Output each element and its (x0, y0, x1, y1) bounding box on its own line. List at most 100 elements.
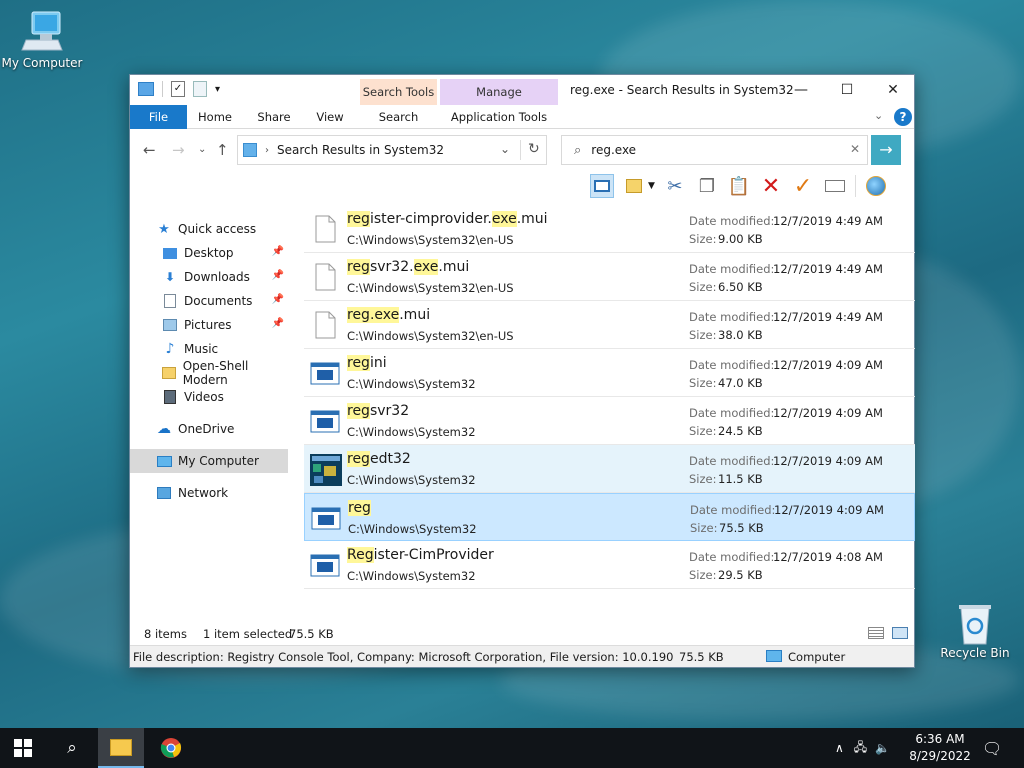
size-label: Size: (689, 472, 717, 486)
paste-icon[interactable]: 📋 (727, 174, 751, 198)
result-row[interactable]: regsvr32 C:\Windows\System32 Date modified… (304, 397, 915, 445)
item-count: 8 items (144, 627, 187, 641)
up-arrow-icon[interactable]: ↑ (216, 141, 229, 159)
desktop-icon-recycle-bin[interactable]: Recycle Bin (933, 600, 1017, 660)
date-modified-label: Date modified: (689, 310, 775, 324)
forward-arrow-icon[interactable]: → (172, 141, 185, 159)
name-part: ister-cimprovider. (369, 211, 492, 227)
date-modified-value: 12/7/2019 4:09 AM (774, 503, 884, 517)
pin-icon[interactable]: 📌 (272, 246, 284, 257)
recent-chevron-icon[interactable]: ⌄ (198, 144, 206, 155)
copy-icon[interactable]: ❐ (695, 174, 719, 198)
cloud-icon: ☁ (157, 421, 171, 437)
taskbar-chrome[interactable] (148, 728, 194, 768)
large-icons-view-icon[interactable] (892, 627, 908, 639)
nav-network[interactable]: Network (130, 481, 288, 505)
pin-icon[interactable]: 📌 (272, 270, 284, 281)
properties-icon[interactable]: ✓ (171, 81, 185, 97)
result-row[interactable]: register-cimprovider.exe.mui C:\Windows\S… (304, 205, 915, 253)
nav-documents[interactable]: Documents 📌 (130, 289, 288, 313)
nav-label: Quick access (178, 222, 257, 236)
nav-pictures[interactable]: Pictures 📌 (130, 313, 288, 337)
expand-ribbon-chevron-icon[interactable]: ⌄ (874, 109, 883, 122)
nav-label: Desktop (184, 246, 234, 260)
nav-music[interactable]: ♪ Music (130, 337, 288, 361)
refresh-icon[interactable]: ↻ (528, 141, 540, 157)
name-part: ister-CimProvider (373, 547, 494, 563)
tab-view[interactable]: View (306, 105, 354, 129)
search-go-arrow-icon[interactable]: → (871, 135, 901, 165)
cut-icon[interactable]: ✂ (663, 174, 687, 198)
result-row[interactable]: Register-CimProvider C:\Windows\System32 D… (304, 541, 915, 589)
nav-videos[interactable]: Videos (130, 385, 288, 409)
tab-file[interactable]: File (130, 105, 187, 129)
start-button[interactable] (0, 728, 46, 768)
maximize-button[interactable]: ☐ (824, 75, 870, 105)
divider (162, 81, 163, 97)
result-row[interactable]: regini C:\Windows\System32 Date modified: 1… (304, 349, 915, 397)
result-row[interactable]: reg C:\Windows\System32 Date modified: 12/7… (304, 493, 915, 541)
pictures-icon (162, 317, 178, 333)
search-match: reg (347, 403, 370, 419)
nav-my-computer[interactable]: My Computer (130, 449, 288, 473)
result-row[interactable]: regsvr32.exe.mui C:\Windows\System32\en-U… (304, 253, 915, 301)
tab-share[interactable]: Share (248, 105, 300, 129)
tab-home[interactable]: Home (190, 105, 240, 129)
desktop-icon-label: My Computer (1, 56, 83, 70)
taskbar-file-explorer[interactable] (98, 728, 144, 768)
file-path: C:\Windows\System32\en-US (347, 233, 514, 247)
details-view-icon[interactable] (868, 627, 884, 639)
size-value: 6.50 KB (718, 280, 763, 294)
date-modified-label: Date modified: (689, 454, 775, 468)
taskbar: ⌕ ∧ 🖧 🔈 6:36 AM 8/29/2022 🗨 (0, 728, 1024, 768)
nav-downloads[interactable]: ⬇ Downloads 📌 (130, 265, 288, 289)
explorer-window: ✓ ▾ Search Tools Manage reg.exe - Search… (129, 74, 915, 668)
nav-label: Music (184, 342, 219, 356)
notifications-icon[interactable]: 🗨 (982, 728, 1002, 768)
name-part: edt32 (369, 451, 411, 467)
chrome-icon (160, 738, 182, 758)
clock[interactable]: 6:36 AM 8/29/2022 (908, 728, 972, 768)
size-value: 11.5 KB (718, 472, 763, 486)
nav-onedrive[interactable]: ☁ OneDrive (130, 417, 288, 441)
nav-quick-access[interactable]: ★ Quick access (130, 217, 288, 241)
back-arrow-icon[interactable]: ← (143, 141, 156, 159)
preview-pane-icon[interactable] (590, 174, 614, 198)
pin-icon[interactable]: 📌 (272, 294, 284, 305)
search-button[interactable]: ⌕ (49, 728, 95, 768)
new-folder-icon[interactable] (193, 81, 207, 97)
details-bar: File description: Registry Console Tool,… (130, 645, 914, 667)
file-path: C:\Windows\System32 (347, 377, 476, 391)
network-tray-icon[interactable]: 🖧 (854, 738, 867, 759)
customize-chevron-icon[interactable]: ▾ (215, 84, 220, 95)
minimize-button[interactable]: — (778, 75, 824, 105)
tab-search[interactable]: Search (360, 105, 437, 129)
address-dropdown-icon[interactable]: ⌄ (500, 142, 510, 156)
view-chevron-icon[interactable]: ▼ (648, 181, 655, 191)
clear-search-icon[interactable]: ✕ (850, 142, 860, 156)
size-label: Size: (689, 568, 717, 582)
rename-icon[interactable] (823, 174, 847, 198)
result-row[interactable]: regedt32 C:\Windows\System32 Date modified… (304, 445, 915, 493)
result-row[interactable]: reg.exe.mui C:\Windows\System32\en-US Date… (304, 301, 915, 349)
properties-check-icon[interactable]: ✓ (791, 174, 815, 199)
delete-icon[interactable]: ✕ (759, 174, 783, 199)
folder-icon (110, 738, 132, 756)
regedit-icon (310, 454, 342, 486)
show-hidden-chevron-icon[interactable]: ∧ (835, 741, 844, 755)
search-input[interactable]: ⌕ reg.exe ✕ (561, 135, 868, 165)
pin-icon[interactable]: 📌 (272, 318, 284, 329)
volume-icon[interactable]: 🔈 (875, 741, 890, 755)
open-shell-icon[interactable] (864, 174, 888, 198)
help-icon[interactable]: ? (894, 108, 912, 126)
nav-desktop[interactable]: Desktop 📌 (130, 241, 288, 265)
folder-icon (138, 82, 154, 96)
tab-application-tools[interactable]: Application Tools (440, 105, 558, 129)
close-button[interactable]: ✕ (870, 75, 916, 105)
nav-open-shell[interactable]: Open-Shell Modern (130, 359, 288, 387)
ribbon-tabs: File Home Share View Search Application … (130, 105, 914, 129)
application-icon (310, 406, 340, 436)
address-bar[interactable]: › Search Results in System32 ⌄ ↻ (237, 135, 547, 165)
desktop-icon-my-computer[interactable]: My Computer (0, 10, 84, 70)
view-options-icon[interactable] (622, 174, 646, 198)
